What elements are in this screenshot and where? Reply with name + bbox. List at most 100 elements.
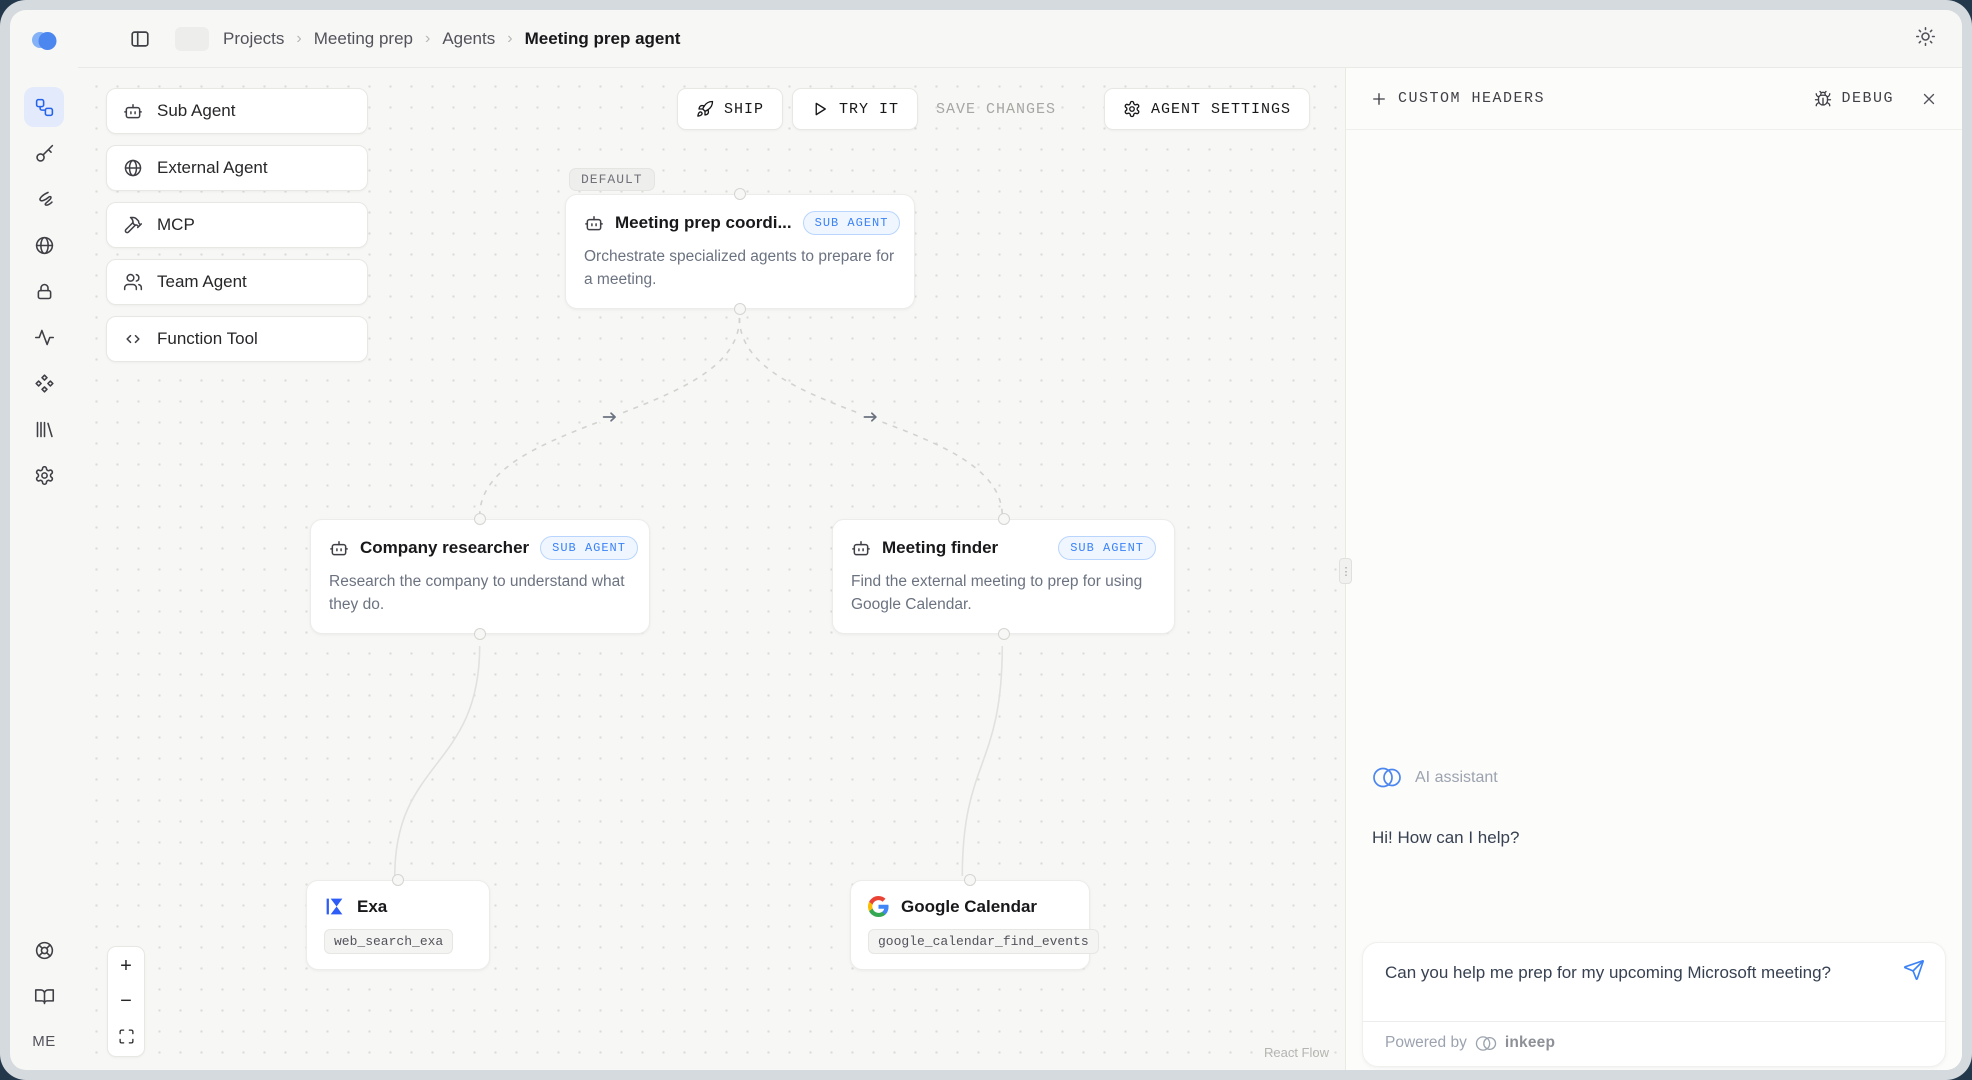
rail-item-agents[interactable]	[24, 87, 64, 127]
theme-toggle-button[interactable]	[1915, 26, 1936, 52]
shapes-icon	[34, 373, 55, 394]
node-handle-bottom[interactable]	[734, 303, 746, 315]
node-company-researcher[interactable]: Company researcher SUB AGENT Research th…	[310, 519, 650, 634]
breadcrumb-separator: ›	[296, 30, 301, 48]
bug-icon	[1814, 90, 1832, 108]
close-panel-button[interactable]	[1920, 90, 1938, 108]
zoom-out-button[interactable]: −	[109, 984, 143, 1019]
breadcrumb: Projects › Meeting prep › Agents › Meeti…	[223, 29, 680, 49]
rail-item-api-keys[interactable]	[24, 133, 64, 173]
node-handle-top[interactable]	[964, 874, 976, 886]
bot-icon	[123, 101, 143, 121]
palette-item-sub-agent[interactable]: Sub Agent	[106, 88, 368, 134]
book-icon	[34, 986, 55, 1007]
workflow-icon	[34, 97, 55, 118]
bot-icon	[851, 538, 871, 558]
save-changes-button[interactable]: SAVE CHANGES	[936, 88, 1056, 130]
breadcrumb-project[interactable]: Meeting prep	[314, 29, 413, 49]
chat-panel: CUSTOM HEADERS DEBUG	[1345, 68, 1962, 1070]
rail-item-docs[interactable]	[24, 976, 64, 1016]
lock-icon	[34, 281, 55, 302]
ship-button[interactable]: SHIP	[677, 88, 783, 130]
inkeep-logo	[29, 28, 59, 54]
palette-item-label: External Agent	[157, 158, 268, 178]
palette-item-external-agent[interactable]: External Agent	[106, 145, 368, 191]
rail-item-settings[interactable]	[24, 455, 64, 495]
node-handle-bottom[interactable]	[998, 628, 1010, 640]
node-exa[interactable]: Exa web_search_exa	[306, 880, 490, 970]
zoom-in-button[interactable]: +	[109, 949, 143, 984]
node-meeting-finder[interactable]: Meeting finder SUB AGENT Find the extern…	[832, 519, 1175, 634]
sub-agent-badge: SUB AGENT	[540, 536, 638, 560]
rail-item-library[interactable]	[24, 409, 64, 449]
inkeep-brand-label[interactable]: inkeep	[1505, 1034, 1555, 1052]
icon-rail: ME	[10, 10, 78, 1070]
palette-item-label: Function Tool	[157, 329, 258, 349]
palette-item-label: Sub Agent	[157, 101, 235, 121]
send-button[interactable]	[1903, 959, 1925, 986]
breadcrumb-agents[interactable]: Agents	[442, 29, 495, 49]
sidebar-toggle-button[interactable]	[123, 22, 157, 56]
try-it-button[interactable]: TRY IT	[792, 88, 918, 130]
rail-item-credentials[interactable]	[24, 271, 64, 311]
key-icon	[34, 143, 55, 164]
exa-logo-icon	[324, 896, 345, 917]
send-icon	[1903, 959, 1925, 981]
edge-arrow	[859, 406, 881, 428]
chat-input[interactable]: Can you help me prep for my upcoming Mic…	[1363, 943, 1945, 1021]
chat-panel-header: CUSTOM HEADERS DEBUG	[1346, 68, 1962, 130]
inkeep-logo-gray	[1475, 1035, 1497, 1052]
tool-name-badge: google_calendar_find_events	[868, 929, 1099, 954]
custom-headers-label: CUSTOM HEADERS	[1398, 90, 1545, 107]
debug-button[interactable]: DEBUG	[1814, 90, 1894, 108]
rail-item-traces[interactable]	[24, 179, 64, 219]
node-handle-top[interactable]	[734, 188, 746, 200]
panel-left-icon	[129, 28, 151, 50]
sub-agent-badge: SUB AGENT	[1058, 536, 1156, 560]
bot-icon	[329, 538, 349, 558]
node-handle-top[interactable]	[474, 513, 486, 525]
agent-settings-button[interactable]: AGENT SETTINGS	[1104, 88, 1310, 130]
node-google-calendar[interactable]: Google Calendar google_calendar_find_eve…	[850, 880, 1090, 970]
rail-item-components[interactable]	[24, 363, 64, 403]
breadcrumb-separator: ›	[425, 30, 430, 48]
debug-label: DEBUG	[1841, 90, 1894, 107]
tool-name-badge: web_search_exa	[324, 929, 453, 954]
canvas-zoom-controls: + −	[107, 946, 145, 1057]
node-handle-top[interactable]	[998, 513, 1010, 525]
panel-resize-handle[interactable]: ⋮	[1339, 558, 1352, 584]
fit-view-button[interactable]	[109, 1019, 143, 1054]
node-title: Meeting prep coordi...	[615, 213, 792, 233]
google-logo-icon	[868, 896, 889, 917]
user-avatar[interactable]: ME	[32, 1033, 56, 1050]
node-description: Find the external meeting to prep for us…	[833, 570, 1174, 633]
flow-canvas[interactable]: Sub Agent External Agent MCP	[78, 68, 1345, 1070]
node-title: Exa	[357, 897, 387, 917]
top-bar: Projects › Meeting prep › Agents › Meeti…	[78, 10, 1962, 68]
breadcrumb-projects[interactable]: Projects	[223, 29, 284, 49]
powered-by-label: Powered by	[1385, 1034, 1467, 1052]
gear-icon	[1123, 100, 1141, 118]
assistant-label: AI assistant	[1415, 769, 1498, 787]
node-handle-top[interactable]	[392, 874, 404, 886]
node-palette: Sub Agent External Agent MCP	[106, 88, 368, 373]
rail-item-activity[interactable]	[24, 317, 64, 357]
custom-headers-button[interactable]: CUSTOM HEADERS	[1370, 90, 1545, 108]
close-icon	[1920, 90, 1938, 108]
app-window: ME Projects › Meeting prep › Agents › Me…	[10, 10, 1962, 1070]
activity-icon	[34, 327, 55, 348]
rocket-icon	[696, 100, 714, 118]
rail-item-external[interactable]	[24, 225, 64, 265]
powered-by-row: Powered by inkeep	[1363, 1021, 1945, 1066]
palette-item-team-agent[interactable]: Team Agent	[106, 259, 368, 305]
maximize-icon	[118, 1028, 135, 1045]
node-meeting-prep-coordinator[interactable]: Meeting prep coordi... SUB AGENT Orchest…	[565, 194, 915, 309]
node-handle-bottom[interactable]	[474, 628, 486, 640]
sun-icon	[1915, 26, 1936, 47]
rail-item-help[interactable]	[24, 930, 64, 970]
breadcrumb-separator: ›	[507, 30, 512, 48]
try-it-button-label: TRY IT	[839, 101, 899, 118]
palette-item-function-tool[interactable]: Function Tool	[106, 316, 368, 362]
gear-icon	[34, 465, 55, 486]
palette-item-mcp[interactable]: MCP	[106, 202, 368, 248]
